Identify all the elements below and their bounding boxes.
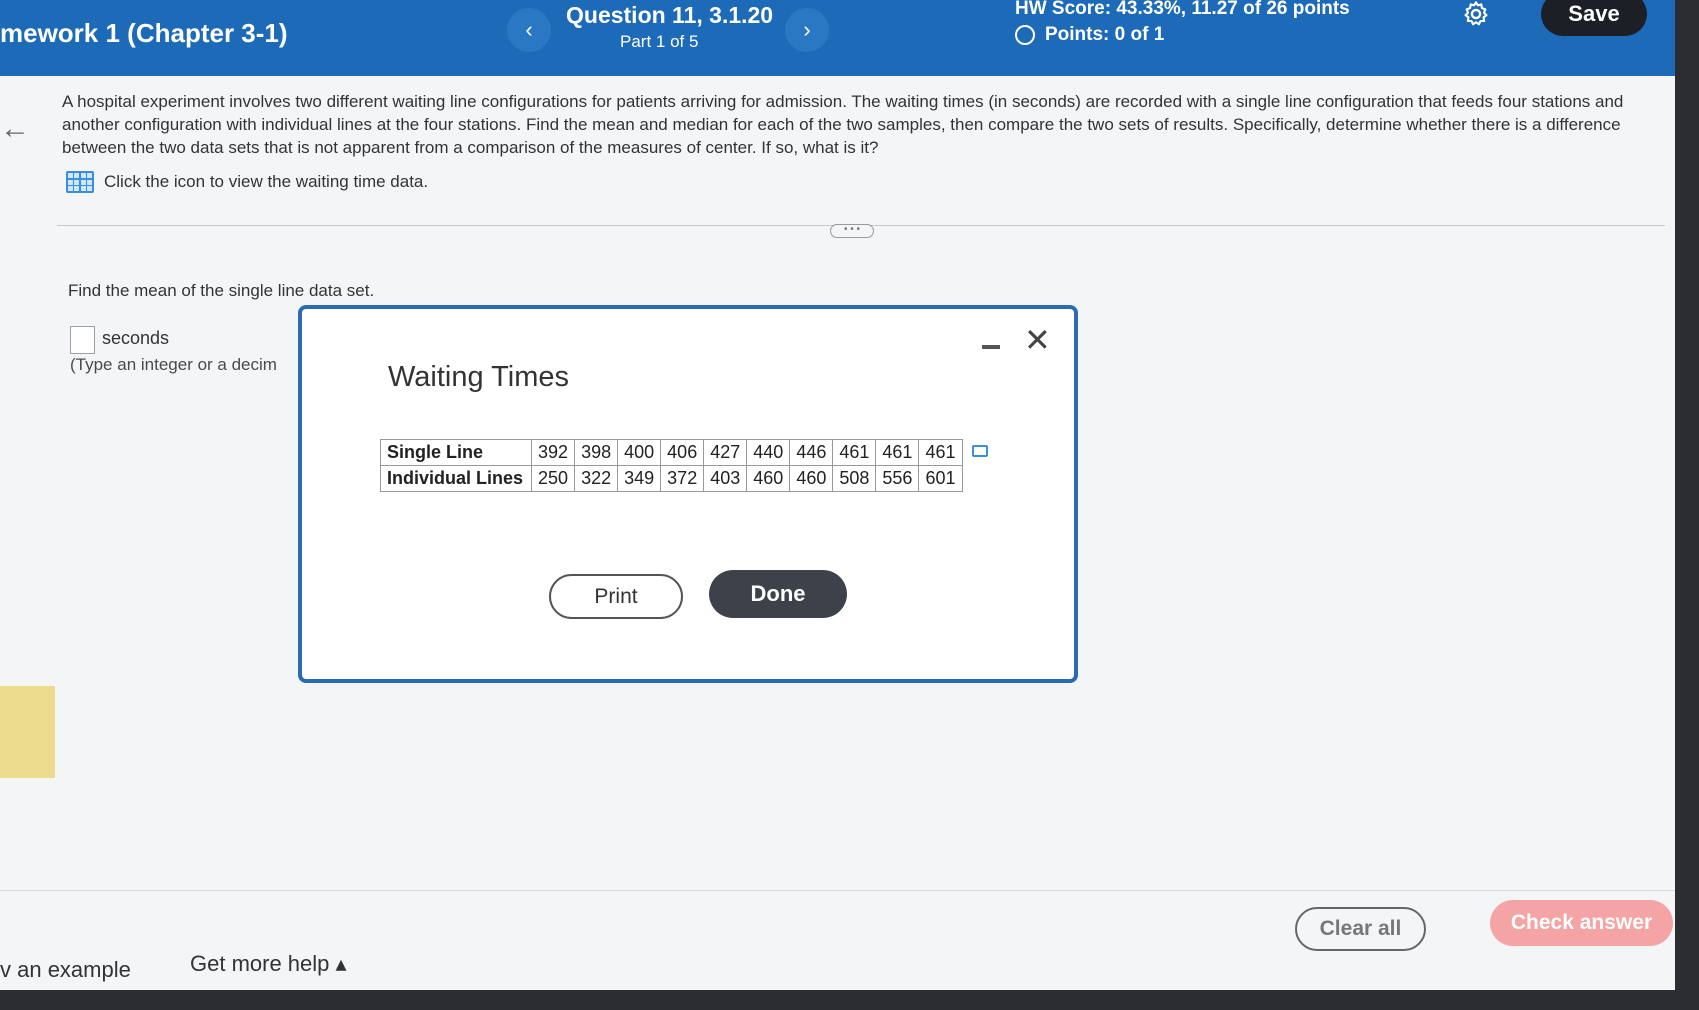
table-cell: 406 <box>660 439 705 466</box>
table-cell: 322 <box>574 465 619 492</box>
table-cell: 461 <box>918 439 963 466</box>
header-bar: mework 1 (Chapter 3-1) ‹ Question 11, 3.… <box>0 0 1675 76</box>
screen: mework 1 (Chapter 3-1) ‹ Question 11, 3.… <box>0 0 1675 990</box>
next-question-button[interactable]: › <box>785 8 829 52</box>
copy-icon[interactable] <box>972 445 988 457</box>
save-button[interactable]: Save <box>1541 0 1647 36</box>
table-cell: 403 <box>703 465 748 492</box>
check-answer-button[interactable]: Check answer <box>1490 900 1673 946</box>
table-cell: 392 <box>531 439 576 466</box>
unit-label: seconds <box>102 328 170 348</box>
table-cell: 349 <box>617 465 662 492</box>
table-cell: 556 <box>875 465 920 492</box>
waiting-times-dialog: ✕ Waiting Times Single Line 392 398 400 … <box>298 305 1078 683</box>
table-cell: 460 <box>789 465 834 492</box>
table-cell: 440 <box>746 439 791 466</box>
view-example-link[interactable]: v an example <box>0 957 131 983</box>
answer-hint: (Type an integer or a decim <box>70 355 277 374</box>
close-icon[interactable]: ✕ <box>1024 324 1051 356</box>
data-link[interactable]: Click the icon to view the waiting time … <box>66 171 428 193</box>
table-cell: 372 <box>660 465 705 492</box>
done-button[interactable]: Done <box>709 570 847 618</box>
row-label: Individual Lines <box>379 465 533 492</box>
table-cell: 461 <box>832 439 877 466</box>
expand-button[interactable]: • • • <box>830 224 874 238</box>
table-cell: 460 <box>746 465 791 492</box>
status-circle-icon <box>1015 25 1035 45</box>
table-cell: 446 <box>789 439 834 466</box>
data-link-text: Click the icon to view the waiting time … <box>104 172 429 191</box>
footer-divider <box>0 890 1675 891</box>
table-grid-icon[interactable] <box>66 171 94 193</box>
points-text: Points: 0 of 1 <box>1045 24 1165 45</box>
waiting-times-table: Single Line 392 398 400 406 427 440 446 … <box>379 439 963 492</box>
table-row: Single Line 392 398 400 406 427 440 446 … <box>379 439 963 466</box>
table-row: Individual Lines 250 322 349 372 403 460… <box>379 465 963 492</box>
question-title: Question 11, 3.1.20 <box>566 2 774 28</box>
minimize-icon[interactable] <box>982 345 1000 349</box>
clear-all-button[interactable]: Clear all <box>1295 907 1426 951</box>
row-label: Single Line <box>379 439 533 466</box>
question-text: A hospital experiment involves two diffe… <box>62 92 1624 157</box>
assignment-title: mework 1 (Chapter 3-1) <box>0 18 288 48</box>
table-cell: 400 <box>617 439 662 466</box>
get-more-help-link[interactable]: Get more help ▴ <box>190 951 347 977</box>
previous-question-button[interactable]: ‹ <box>507 8 551 52</box>
points-status: Points: 0 of 1 <box>1015 24 1164 46</box>
table-cell: 398 <box>574 439 619 466</box>
table-cell: 508 <box>832 465 877 492</box>
hw-score: HW Score: 43.33%, 11.27 of 26 points <box>1015 0 1350 19</box>
answer-input[interactable] <box>70 326 95 354</box>
side-highlight <box>0 686 55 778</box>
part-prompt: Find the mean of the single line data se… <box>68 281 375 300</box>
gear-icon[interactable] <box>1462 0 1490 28</box>
part-indicator: Part 1 of 5 <box>620 32 699 51</box>
table-cell: 601 <box>918 465 963 492</box>
table-cell: 461 <box>875 439 920 466</box>
print-button[interactable]: Print <box>549 574 683 619</box>
table-cell: 427 <box>703 439 748 466</box>
table-cell: 250 <box>531 465 576 492</box>
dialog-title: Waiting Times <box>388 361 570 393</box>
back-arrow-icon[interactable]: ← <box>0 112 30 146</box>
